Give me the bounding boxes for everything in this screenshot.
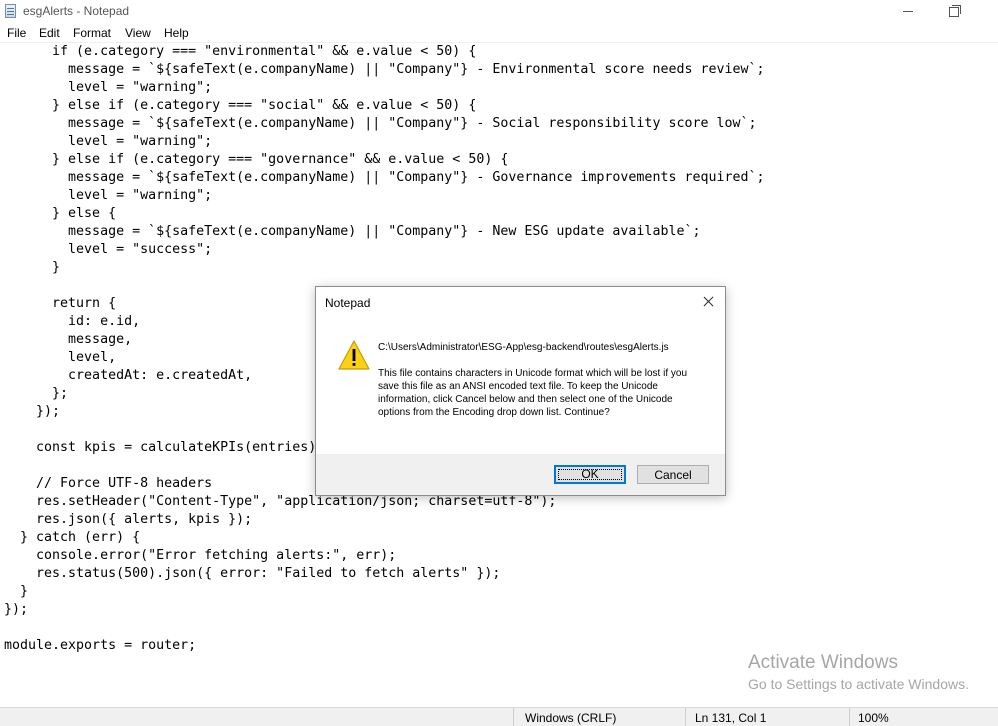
status-bar: Windows (CRLF) Ln 131, Col 1 100%	[0, 707, 998, 726]
dialog-close-icon[interactable]	[698, 292, 720, 312]
notepad-icon	[5, 4, 16, 18]
menu-format[interactable]: Format	[73, 26, 111, 40]
line-ending-status: Windows (CRLF)	[525, 711, 617, 725]
minimize-button[interactable]	[885, 0, 931, 24]
cancel-button-label: Cancel	[654, 468, 692, 482]
minimize-icon	[903, 11, 913, 13]
code-line: level = "warning";	[4, 134, 213, 149]
cancel-button[interactable]: Cancel	[637, 465, 709, 484]
code-line: } catch (err) {	[4, 530, 141, 545]
menu-view[interactable]: View	[125, 26, 151, 40]
code-line: console.error("Error fetching alerts:", …	[4, 548, 397, 563]
code-line: if (e.category === "environmental" && e.…	[4, 44, 477, 59]
ok-button[interactable]: OK	[554, 465, 626, 484]
code-line: message = `${safeText(e.companyName) || …	[4, 116, 757, 131]
restore-icon	[949, 4, 961, 17]
code-line: } else if (e.category === "governance" &…	[4, 152, 509, 167]
code-line: message = `${safeText(e.companyName) || …	[4, 62, 765, 77]
unicode-warning-dialog: Notepad C:\Users\Administrator\ESG-App\e…	[315, 286, 726, 496]
dialog-button-area: OK Cancel	[316, 454, 725, 495]
status-divider	[685, 708, 686, 726]
warning-icon	[338, 340, 370, 370]
code-line: level = "warning";	[4, 188, 213, 203]
status-divider	[849, 708, 850, 726]
zoom-status: 100%	[858, 711, 889, 725]
menu-file[interactable]: File	[7, 26, 26, 40]
dialog-file-path: C:\Users\Administrator\ESG-App\esg-backe…	[378, 342, 669, 353]
activation-watermark-subtitle: Go to Settings to activate Windows.	[748, 676, 969, 692]
status-divider	[513, 708, 514, 726]
code-line: });	[4, 602, 29, 617]
code-line: }	[4, 260, 61, 275]
close-window-button[interactable]	[977, 0, 998, 24]
menu-bar: File Edit Format View Help	[0, 24, 998, 42]
code-line: res.status(500).json({ error: "Failed to…	[4, 566, 501, 581]
dialog-title: Notepad	[325, 296, 371, 310]
code-line: level = "success";	[4, 242, 213, 257]
code-line: message = `${safeText(e.companyName) || …	[4, 170, 765, 185]
code-line: level = "warning";	[4, 80, 213, 95]
window-title: esgAlerts - Notepad	[23, 4, 130, 18]
code-line: }	[4, 584, 29, 599]
code-line: } else if (e.category === "social" && e.…	[4, 98, 477, 113]
code-line: message = `${safeText(e.companyName) || …	[4, 224, 701, 239]
focus-rect	[558, 469, 622, 480]
code-line: } else {	[4, 206, 117, 221]
maximize-button[interactable]	[931, 0, 977, 24]
activation-watermark-title: Activate Windows	[748, 652, 898, 673]
cursor-position-status: Ln 131, Col 1	[695, 711, 767, 725]
menu-edit[interactable]: Edit	[39, 26, 60, 40]
menu-help[interactable]: Help	[164, 26, 189, 40]
title-bar: esgAlerts - Notepad	[0, 0, 998, 24]
code-line: res.json({ alerts, kpis });	[4, 512, 253, 527]
dialog-message: This file contains characters in Unicode…	[378, 368, 688, 418]
